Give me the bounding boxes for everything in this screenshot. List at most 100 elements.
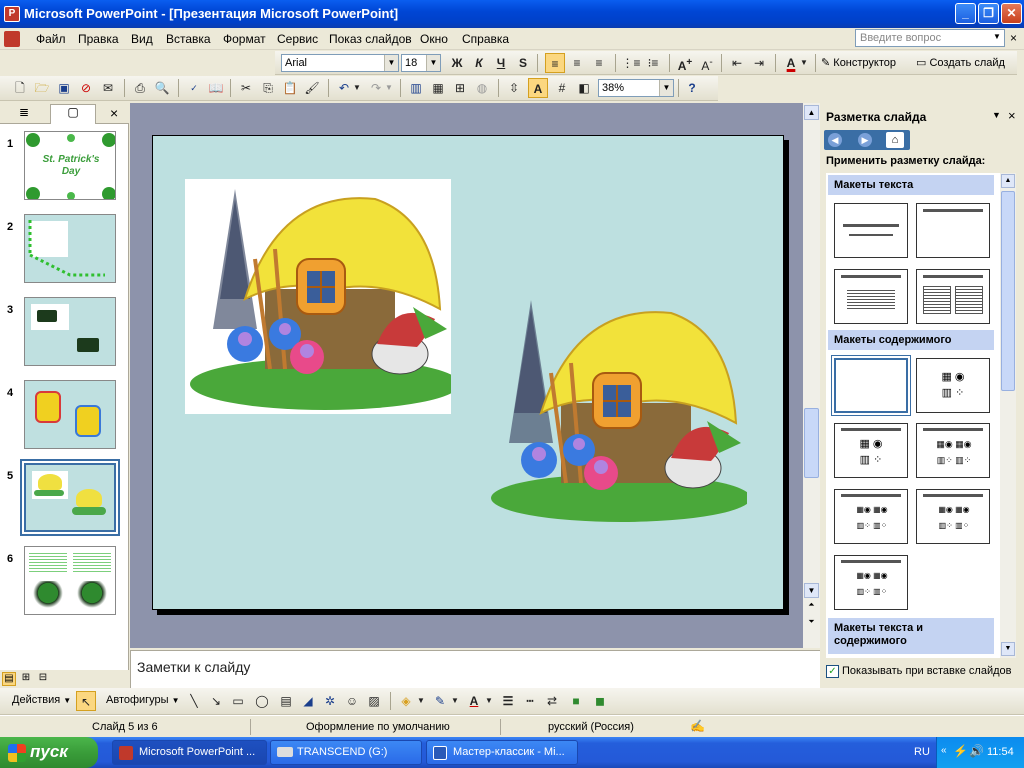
decrease-indent-button[interactable]: ⇤ [727,53,747,73]
layout-title-2-content[interactable]: ▦◉ ▦◉ ▥⁘ ▥⁘ [834,489,908,544]
show-on-insert-checkbox[interactable]: ✓ [826,665,839,678]
document-icon[interactable] [4,31,20,47]
menu-file[interactable]: Файл [36,32,66,46]
spelling-icon[interactable]: ✓ [184,78,204,98]
close-button[interactable]: ✕ [1001,3,1022,24]
layout-title[interactable] [834,203,908,258]
align-right-button[interactable]: ≡ [589,53,609,73]
decrease-font-button[interactable]: A- [697,53,717,73]
slide-thumbnail-1[interactable]: St. Patrick's Day [24,131,116,200]
new-file-icon[interactable]: 🗋 [10,78,30,98]
open-folder-icon[interactable]: 🗁 [32,78,52,98]
slide-thumbnail-2[interactable] [24,214,116,283]
help-dropdown-icon[interactable]: ▼ [993,32,1001,41]
vertical-scrollbar[interactable]: ▲ ▼ ⏶ ⏷ [803,103,820,648]
show-formatting-icon[interactable]: A [528,78,548,98]
menu-tools[interactable]: Сервис [277,32,318,46]
increase-font-button[interactable]: A+ [675,53,695,73]
volume-icon[interactable]: 🔊 [969,744,984,758]
textbox-icon[interactable]: ▤ [276,691,296,711]
arrow-icon[interactable]: ↘ [206,691,226,711]
help-icon[interactable]: ? [682,78,702,98]
chevron-down-icon[interactable]: ▼ [484,691,494,711]
chevron-down-icon[interactable]: ▼ [659,80,673,96]
menu-insert[interactable]: Вставка [166,32,211,46]
save-icon[interactable]: ▣ [54,78,74,98]
back-icon[interactable]: ◀ [828,133,842,147]
spelling-status-icon[interactable]: ✍ [690,719,705,733]
bold-button[interactable]: Ж [447,53,467,73]
menu-help[interactable]: Справка [462,32,509,46]
rectangle-icon[interactable]: ▭ [228,691,248,711]
italic-button[interactable]: К [469,53,489,73]
line-color-icon[interactable]: ✎ [430,691,450,711]
hyperlink-icon[interactable]: ◍ [472,78,492,98]
oval-icon[interactable]: ◯ [252,691,272,711]
layout-four-content[interactable]: ▦◉ ▦◉ ▥⁘ ▥⁘ [834,555,908,610]
layout-two-content[interactable]: ▦◉ ▦◉ ▥⁘ ▥⁘ [916,423,990,478]
clock[interactable]: 11:54 [987,746,1014,758]
increase-indent-button[interactable]: ⇥ [749,53,769,73]
print-icon[interactable]: ⎙ [130,78,150,98]
slideshow-icon[interactable]: ⊟ [36,672,50,686]
align-center-button[interactable]: ≡ [567,53,587,73]
diagram-icon[interactable]: ✲ [320,691,340,711]
powerpoint-app-icon[interactable]: P [4,6,20,22]
close-panel-icon[interactable]: × [110,105,118,121]
current-slide[interactable] [152,135,784,610]
new-slide-button[interactable]: ▭ Создать слайд [916,56,1005,69]
email-icon[interactable]: ✉ [98,78,118,98]
color-grayscale-icon[interactable]: ◧ [574,78,594,98]
numbering-button[interactable]: ⋮≡ [621,53,641,73]
dash-style-icon[interactable]: ┅ [520,691,540,711]
normal-view-icon[interactable]: ▤ [2,672,16,686]
minimize-button[interactable]: _ [955,3,976,24]
chevron-down-icon[interactable]: ▼ [416,691,426,711]
layout-title-content[interactable]: ▦ ◉ ▥ ⁘ [834,423,908,478]
chevron-down-icon[interactable]: ▼ [384,78,394,98]
layout-blank[interactable] [834,358,908,413]
designer-button[interactable]: ✎ Конструктор [821,56,896,69]
cut-icon[interactable]: ✂ [236,78,256,98]
undo-icon[interactable]: ↶ [334,78,354,98]
wordart-icon[interactable]: ◢ [298,691,318,711]
hut-picture-2[interactable] [481,288,751,528]
start-button[interactable]: пуск [0,737,98,768]
insert-table-icon[interactable]: ▦ [428,78,448,98]
layout-content[interactable]: ▦ ◉ ▥ ⁘ [916,358,990,413]
tray-expand-icon[interactable]: « [941,745,947,756]
help-search-input[interactable]: Введите вопрос [855,29,1005,47]
autoshapes-menu[interactable]: Автофигуры ▼ [106,694,180,706]
align-left-button[interactable]: ≡ [545,53,565,73]
scroll-up-icon[interactable]: ▲ [1001,174,1015,188]
print-preview-icon[interactable]: 🔍 [152,78,172,98]
slide-sorter-icon[interactable]: ⊞ [19,672,33,686]
slide-thumbnail-4[interactable] [24,380,116,449]
outline-tab[interactable]: ≣ [4,105,44,123]
notes-pane[interactable]: Заметки к слайду [130,650,820,688]
layout-title-4-content[interactable]: ▦◉ ▦◉ ▥⁘ ▥⁘ [916,489,990,544]
slide-thumbnail-3[interactable] [24,297,116,366]
font-select[interactable]: Arial ▼ [281,54,399,72]
picture-icon[interactable]: ▨ [364,691,384,711]
select-pointer-icon[interactable]: ↖ [76,691,96,711]
menu-edit[interactable]: Правка [78,32,119,46]
home-icon[interactable]: ⌂ [886,132,904,148]
fill-color-icon[interactable]: ◈ [396,691,416,711]
taskbar-item-transcend[interactable]: TRANSCEND (G:) [270,740,422,765]
zoom-select[interactable]: 38% ▼ [598,79,674,97]
shadow-style-icon[interactable]: ■ [566,691,586,711]
next-slide-icon[interactable]: ⏷ [804,617,819,632]
slide-thumbnail-5[interactable] [20,459,120,536]
research-icon[interactable]: 📖 [206,78,226,98]
line-icon[interactable]: ╲ [184,691,204,711]
forward-icon[interactable]: ▶ [858,133,872,147]
layout-two-columns[interactable] [916,269,990,324]
font-size-select[interactable]: 18 ▼ [401,54,441,72]
expand-all-icon[interactable]: ⇳ [504,78,524,98]
scroll-thumb[interactable] [1001,191,1015,391]
task-pane-scrollbar[interactable]: ▲ ▼ [1000,173,1016,658]
chevron-down-icon[interactable]: ▼ [450,691,460,711]
show-grid-icon[interactable]: # [552,78,572,98]
line-style-icon[interactable]: ☰ [498,691,518,711]
